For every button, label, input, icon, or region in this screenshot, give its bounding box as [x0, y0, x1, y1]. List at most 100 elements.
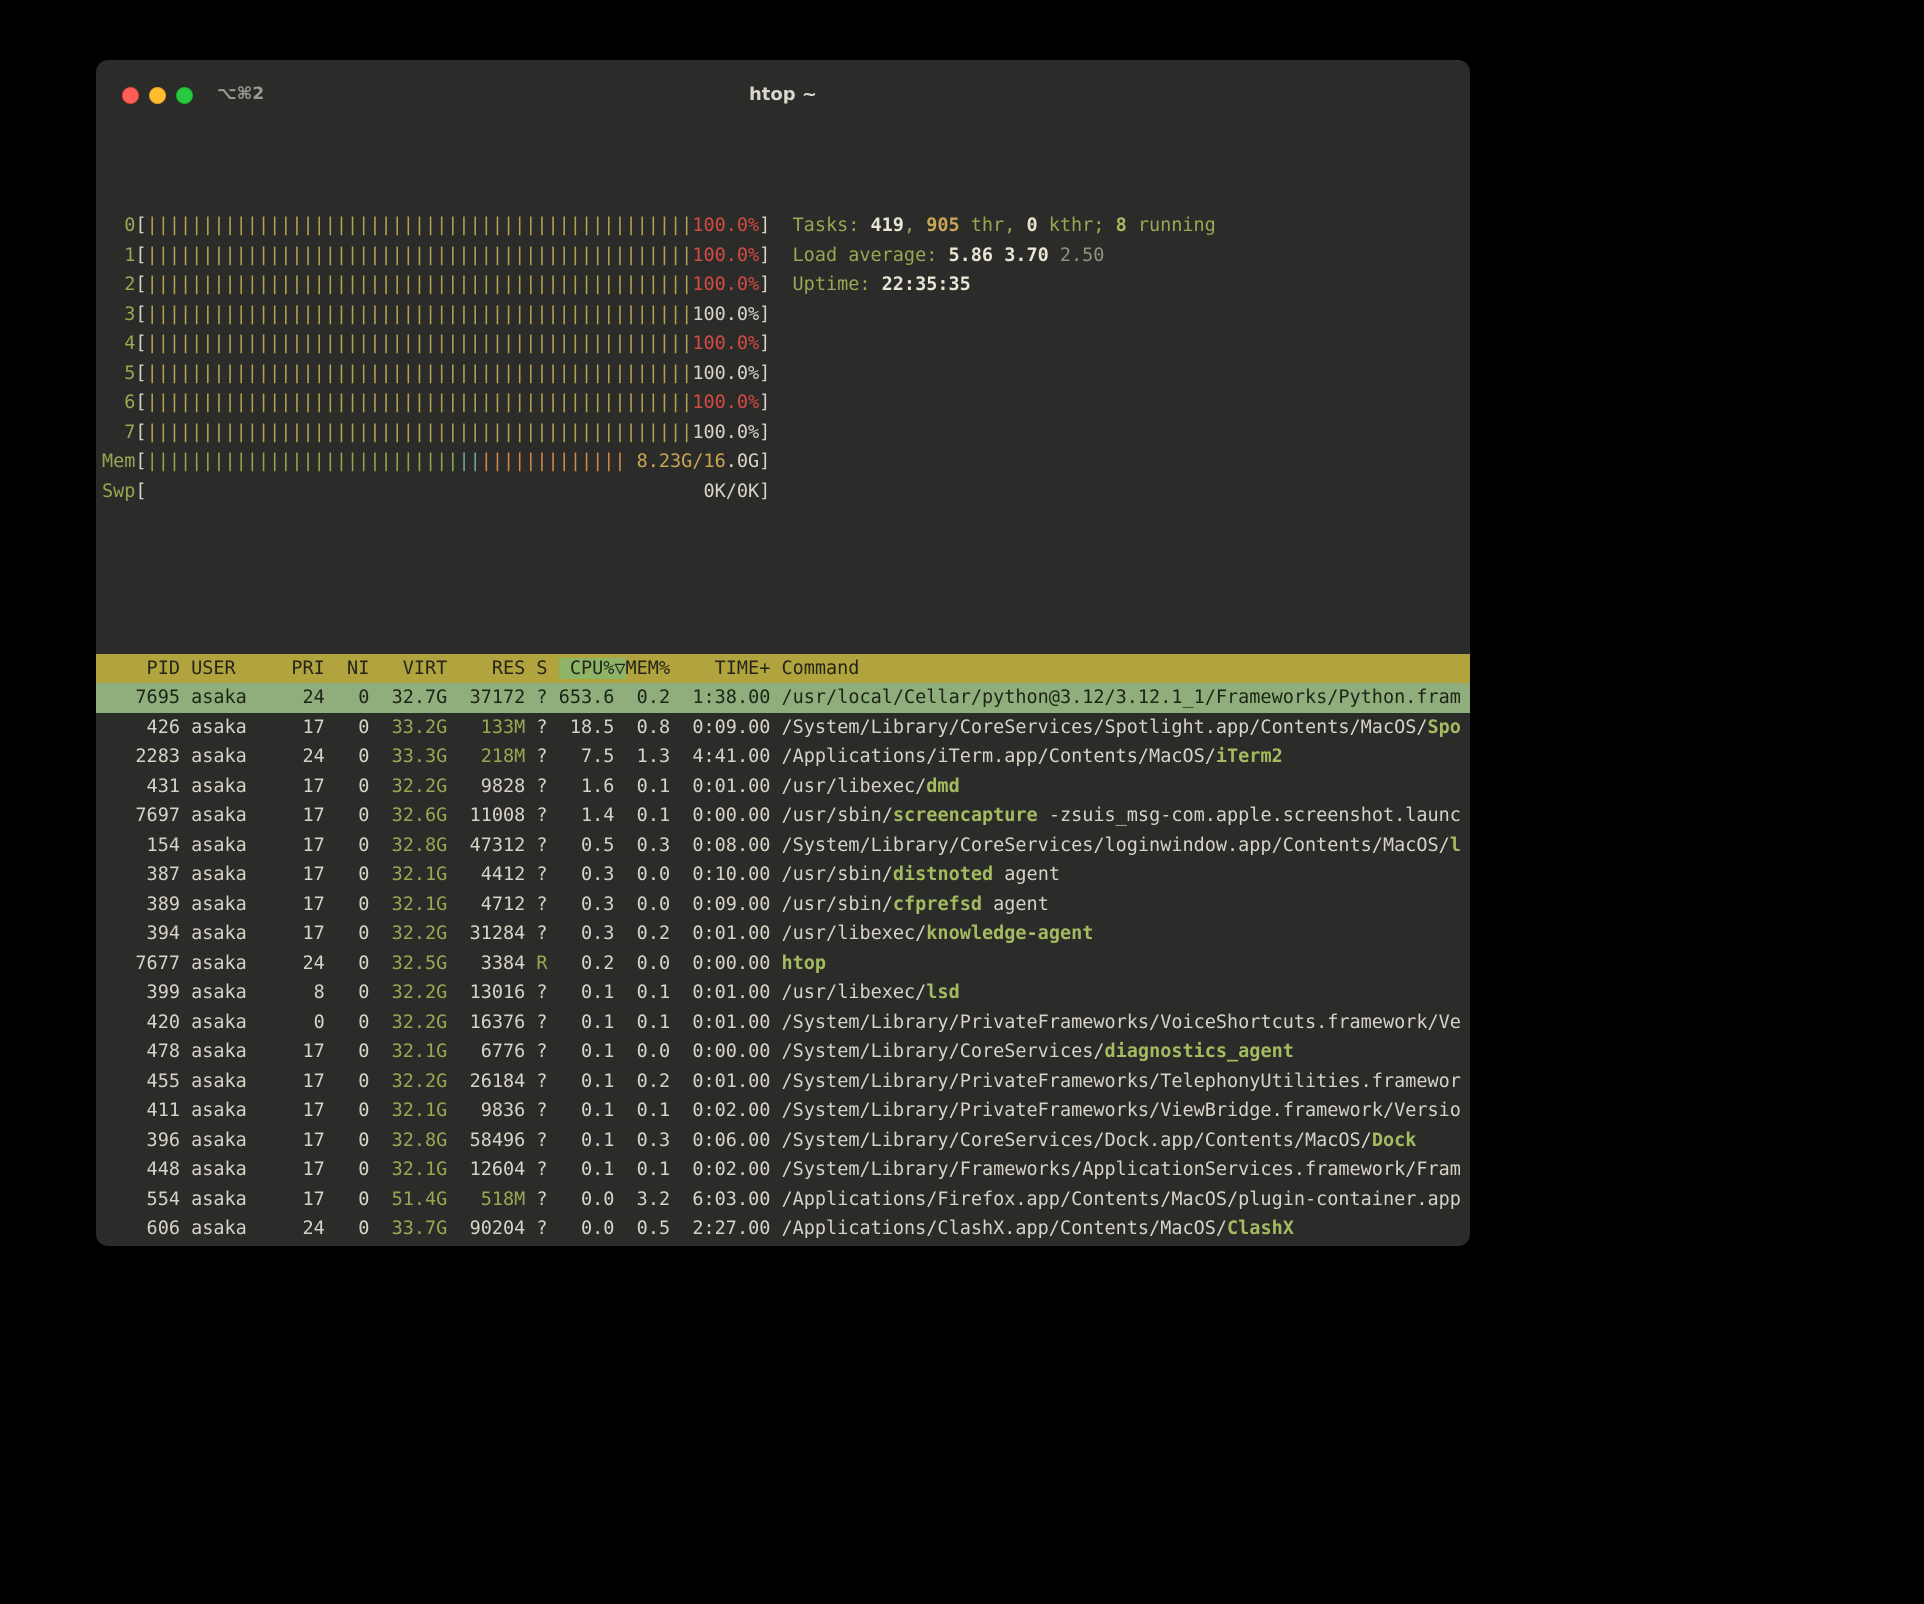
header-cpu-sorted[interactable]: CPU%▽ [559, 658, 626, 679]
command-cell: /System/Library/CoreServices/diagnostics… [782, 1041, 1294, 1062]
minimize-button[interactable] [149, 87, 166, 104]
spacer [548, 1159, 559, 1180]
ni-cell: 0 [336, 1218, 369, 1239]
process-row[interactable]: 389 asaka 17 0 32.1G 4712 ? 0.3 0.0 0:09… [96, 890, 1470, 920]
cpu-cell: 18.5 [559, 717, 615, 738]
res-cell: 11008 [458, 805, 525, 826]
res-cell: 58496 [458, 1130, 525, 1151]
process-row[interactable]: 394 asaka 17 0 32.2G 31284 ? 0.3 0.2 0:0… [96, 919, 1470, 949]
process-row[interactable]: 7697 asaka 17 0 32.6G 11008 ? 1.4 0.1 0:… [96, 801, 1470, 831]
ni-cell: 0 [336, 1071, 369, 1092]
header-time[interactable]: TIME+ [681, 658, 770, 679]
process-row[interactable]: 478 asaka 17 0 32.1G 6776 ? 0.1 0.0 0:00… [96, 1037, 1470, 1067]
process-row[interactable]: 455 asaka 17 0 32.2G 26184 ? 0.1 0.2 0:0… [96, 1067, 1470, 1097]
mem-meter-label: Mem [102, 451, 135, 472]
spacer [614, 953, 625, 974]
virt-cell: 32.2G [380, 1071, 447, 1092]
cpu-meter-6: 6[||||||||||||||||||||||||||||||||||||||… [96, 388, 1470, 418]
user-cell: asaka [191, 835, 291, 856]
spacer [525, 1071, 536, 1092]
process-row[interactable]: 426 asaka 17 0 33.2G 133M ? 18.5 0.8 0:0… [96, 713, 1470, 743]
pid-cell: 478 [102, 1041, 180, 1062]
command-basename: distnoted [893, 864, 993, 885]
process-row[interactable]: 431 asaka 17 0 32.2G 9828 ? 1.6 0.1 0:01… [96, 772, 1470, 802]
pid-cell: 426 [102, 717, 180, 738]
command-basename: ClashX [1227, 1218, 1294, 1239]
process-row[interactable]: 448 asaka 17 0 32.1G 12604 ? 0.1 0.1 0:0… [96, 1155, 1470, 1185]
spacer [369, 1100, 380, 1121]
pri-cell: 8 [291, 982, 324, 1003]
header-virt[interactable]: VIRT [380, 658, 447, 679]
res-cell: 9828 [458, 776, 525, 797]
header-command[interactable]: Command [781, 658, 859, 679]
spacer [548, 805, 559, 826]
cpu-percent: 100.0% [692, 388, 759, 418]
zoom-button[interactable] [176, 87, 193, 104]
header-pri[interactable]: PRI [291, 658, 324, 679]
close-button[interactable] [122, 87, 139, 104]
spacer [770, 1012, 781, 1033]
text-segment: Uptime: [793, 274, 882, 295]
state-cell: ? [536, 1218, 547, 1239]
cpu-cell: 653.6 [559, 687, 615, 708]
meter-bracket: ] [759, 451, 770, 472]
spacer [525, 1012, 536, 1033]
cpu-meter-bar: ||||||||||||||||||||||||||||||||||||||||… [147, 270, 760, 300]
process-row[interactable]: 7695 asaka 24 0 32.7G 37172 ? 653.6 0.2 … [96, 683, 1470, 713]
pri-cell: 17 [291, 835, 324, 856]
header-state[interactable]: S [536, 658, 547, 679]
spacer [670, 717, 681, 738]
ni-cell: 0 [336, 1130, 369, 1151]
virt-cell: 32.1G [380, 1041, 447, 1062]
header-user[interactable]: USER [191, 658, 291, 679]
pri-cell: 17 [291, 776, 324, 797]
process-row[interactable]: 387 asaka 17 0 32.1G 4412 ? 0.3 0.0 0:10… [96, 860, 1470, 890]
header-res[interactable]: RES [458, 658, 525, 679]
table-header[interactable]: PID USER PRI NI VIRT RES S CPU%▽MEM% TIM… [96, 654, 1470, 684]
res-cell: 9836 [458, 1100, 525, 1121]
header-ni[interactable]: NI [336, 658, 369, 679]
res-cell: 37172 [458, 687, 525, 708]
cpu-cell: 0.1 [559, 1071, 615, 1092]
pri-cell: 24 [291, 953, 324, 974]
cpu-cell: 0.0 [559, 1189, 615, 1210]
mem-cell: 0.2 [626, 1071, 671, 1092]
spacer [325, 835, 336, 856]
process-row[interactable]: 606 asaka 24 0 33.7G 90204 ? 0.0 0.5 2:2… [96, 1214, 1470, 1244]
spacer [369, 1218, 380, 1239]
process-row[interactable]: 2283 asaka 24 0 33.3G 218M ? 7.5 1.3 4:4… [96, 742, 1470, 772]
process-row[interactable]: 465 asaka 17 0 32.2G 15320 ? 0.0 0.1 0:0… [96, 1244, 1470, 1247]
process-row[interactable]: 420 asaka 0 0 32.2G 16376 ? 0.1 0.1 0:01… [96, 1008, 1470, 1038]
meter-bracket: [ [135, 215, 146, 236]
spacer [447, 717, 458, 738]
command-cell: /usr/libexec/lsd [782, 982, 960, 1003]
user-cell: asaka [191, 1189, 291, 1210]
mem-cell: 0.5 [626, 1218, 671, 1239]
process-row[interactable]: 399 asaka 8 0 32.2G 13016 ? 0.1 0.1 0:01… [96, 978, 1470, 1008]
pri-cell: 17 [291, 1071, 324, 1092]
spacer [325, 687, 336, 708]
pid-cell: 154 [102, 835, 180, 856]
spacer [325, 1071, 336, 1092]
process-row[interactable]: 554 asaka 17 0 51.4G 518M ? 0.0 3.2 6:03… [96, 1185, 1470, 1215]
meter-bars: ||||||||||||||||||||||||||||||||||||||||… [147, 359, 693, 389]
process-row[interactable]: 411 asaka 17 0 32.1G 9836 ? 0.1 0.1 0:02… [96, 1096, 1470, 1126]
cpu-meter-label: 7 [102, 422, 135, 443]
text-segment: 3.70 [1004, 245, 1060, 266]
res-cell: 47312 [458, 835, 525, 856]
header-pid[interactable]: PID [102, 658, 180, 679]
ni-cell: 0 [336, 1159, 369, 1180]
user-cell: asaka [191, 805, 291, 826]
spacer [614, 1071, 625, 1092]
res-cell: 518M [458, 1189, 525, 1210]
header-mem[interactable]: MEM% [626, 658, 671, 679]
process-row[interactable]: 154 asaka 17 0 32.8G 47312 ? 0.5 0.3 0:0… [96, 831, 1470, 861]
process-row[interactable]: 396 asaka 17 0 32.8G 58496 ? 0.1 0.3 0:0… [96, 1126, 1470, 1156]
cpu-cell: 0.3 [559, 864, 615, 885]
command-basename: l [1450, 835, 1461, 856]
spacer [670, 953, 681, 974]
spacer [614, 1159, 625, 1180]
process-row[interactable]: 7677 asaka 24 0 32.5G 3384 R 0.2 0.0 0:0… [96, 949, 1470, 979]
cpu-meter-0: 0[||||||||||||||||||||||||||||||||||||||… [96, 211, 1470, 241]
res-cell: 16376 [458, 1012, 525, 1033]
